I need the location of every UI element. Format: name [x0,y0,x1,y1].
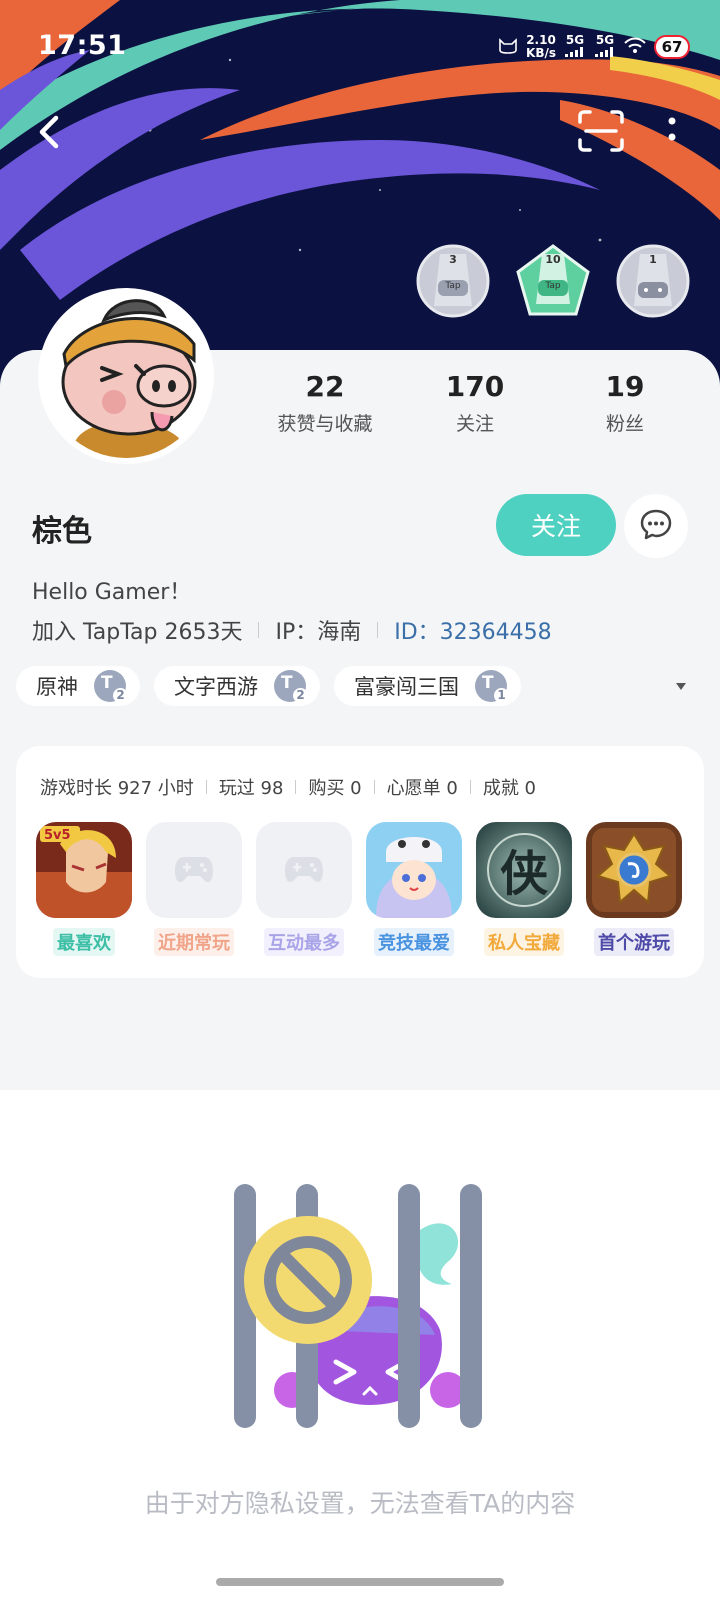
ip-location: IP：海南 [275,620,362,645]
game-tag[interactable]: 富豪闯三国 T1 [334,666,521,706]
game-label: 私人宝藏 [484,928,564,956]
stat-fans[interactable]: 19 粉丝 [550,370,700,436]
more-vertical-icon[interactable] [660,112,684,152]
game-tags: 原神 T2 文字西游 T2 富豪闯三国 T1 [16,666,521,706]
signal-sim1: 5G [564,34,586,60]
divider [295,780,297,794]
game-icon [366,822,462,918]
game-tag[interactable]: 文字西游 T2 [154,666,320,706]
stat-value: 19 [605,370,645,403]
privacy-message: 由于对方隐私设置，无法查看TA的内容 [144,1489,576,1518]
divider [205,780,207,794]
cat-icon [498,37,518,57]
sim1-label: 5G [565,33,585,47]
game-label: 近期常玩 [154,928,234,956]
achievement-badge[interactable]: 10 Tap [516,244,590,318]
games-stats: 游戏时长 927 小时 玩过 98 购买 0 心愿单 0 成就 0 [40,774,536,800]
gamepad-icon [146,822,242,918]
played-count: 玩过 98 [218,778,284,799]
achievement-badge[interactable]: 1 [616,244,690,318]
battery-indicator: 67 [654,35,690,59]
badge-number: 10 [545,253,561,266]
back-arrow-icon[interactable] [30,108,70,156]
user-bio: Hello Gamer！ [32,580,192,605]
chat-icon [639,507,673,545]
scan-icon[interactable] [578,110,624,152]
home-indicator[interactable] [216,1578,504,1586]
signal-icon [564,46,586,60]
game-first[interactable]: 首个游玩 [586,822,682,956]
stat-following[interactable]: 170 关注 [400,370,550,436]
stat-label: 关注 [455,413,494,435]
gamepad-icon [256,822,352,918]
status-time: 17:51 [38,30,127,61]
badge-number: 3 [449,253,457,266]
wifi-icon [624,37,646,58]
tap-level-icon: T2 [94,670,128,703]
net-speed: 2.10 KB/s [526,34,556,60]
user-name: 棕色 [32,514,92,549]
game-label: 首个游玩 [594,928,674,956]
tag-level: 1 [494,688,509,703]
tag-level: 2 [113,688,128,703]
achievement-count: 成就 0 [482,778,537,799]
svg-text:侠: 侠 [500,846,549,902]
privacy-lock-illustration [220,1180,510,1440]
stat-label: 粉丝 [605,413,644,435]
avatar[interactable] [38,288,214,464]
tag-level: 2 [293,688,308,703]
expand-tags-icon[interactable] [676,683,686,690]
wishlist-count: 心愿单 0 [386,778,458,799]
play-time: 游戏时长 927 小时 [40,778,194,799]
divider [258,622,260,638]
message-button[interactable] [624,494,688,558]
stat-label: 获赞与收藏 [277,413,373,435]
game-tag-label: 原神 [36,675,78,699]
game-tag-label: 富豪闯三国 [354,675,459,699]
sim2-label: 5G [595,33,615,47]
game-interaction[interactable]: 互动最多 [256,822,352,956]
game-label: 最喜欢 [53,928,115,956]
tap-level-icon: T1 [475,670,509,703]
purchase-count: 购买 0 [308,778,362,799]
status-icons: 2.10 KB/s 5G 5G 67 [498,34,690,60]
stat-value: 170 [445,370,505,403]
game-competitive[interactable]: 竞技最爱 [366,822,462,956]
signal-sim2: 5G [594,34,616,60]
status-bar: 17:51 2.10 KB/s 5G 5G 67 [0,0,720,96]
game-showcase: 5v5 最喜欢 近期常玩 互动最多 竞技最爱 侠 私人宝藏 首个游玩 [36,822,682,956]
games-card[interactable]: 游戏时长 927 小时 玩过 98 购买 0 心愿单 0 成就 0 5v5 最喜… [16,746,704,978]
game-favorite[interactable]: 5v5 最喜欢 [36,822,132,956]
badge-label: Tap [545,281,561,291]
game-tag-label: 文字西游 [174,675,258,699]
joined-days: 加入 TapTap 2653天 [32,620,243,645]
achievement-badges: 3 Tap 10 Tap 1 [416,244,690,318]
user-id[interactable]: ID：32364458 [394,614,551,646]
user-meta: 加入 TapTap 2653天 IP：海南 ID：32364458 [32,614,552,646]
game-tag[interactable]: 原神 T2 [16,666,140,706]
stat-value: 22 [305,370,345,403]
game-icon [586,822,682,918]
game-recent[interactable]: 近期常玩 [146,822,242,956]
divider [469,780,471,794]
game-label: 竞技最爱 [374,928,454,956]
divider [373,780,375,794]
achievement-badge[interactable]: 3 Tap [416,244,490,318]
svg-text:5v5: 5v5 [44,828,71,843]
game-icon: 侠 [476,822,572,918]
stat-likes[interactable]: 22 获赞与收藏 [250,370,400,436]
net-speed-unit: KB/s [526,46,556,60]
game-icon: 5v5 [36,822,132,918]
divider [377,622,379,638]
profile-stats: 22 获赞与收藏 170 关注 19 粉丝 [250,370,700,436]
signal-icon [594,46,616,60]
game-treasure[interactable]: 侠 私人宝藏 [476,822,572,956]
follow-button[interactable]: 关注 [496,494,616,556]
tap-level-icon: T2 [274,670,308,703]
badge-number: 1 [649,253,657,266]
game-label: 互动最多 [264,928,344,956]
badge-label: Tap [445,281,461,291]
